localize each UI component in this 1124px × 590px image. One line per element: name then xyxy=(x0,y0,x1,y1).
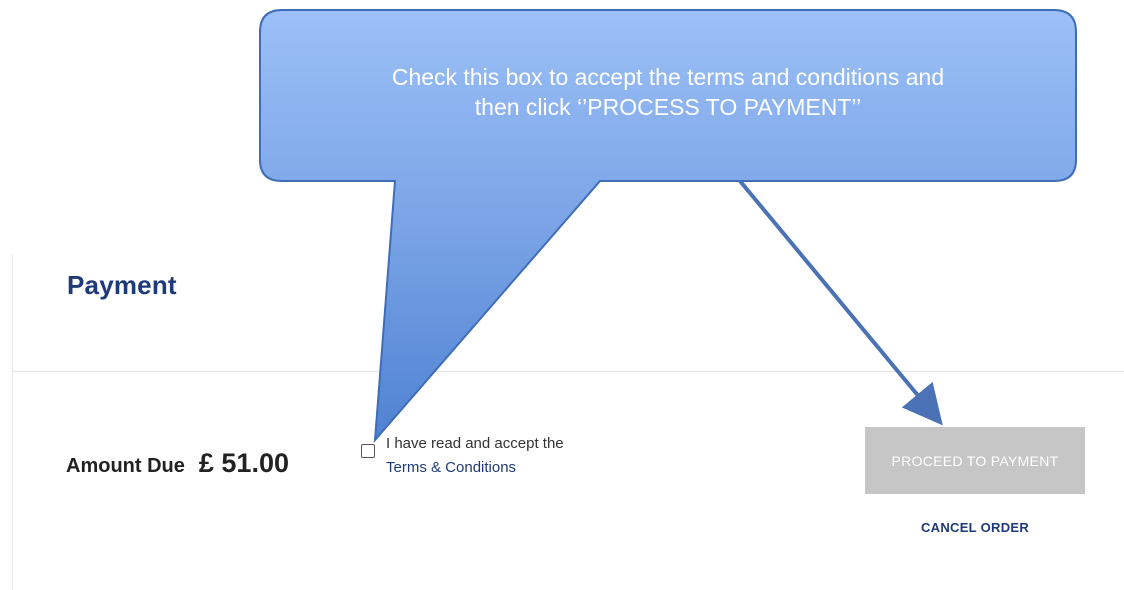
callout-line-1: Check this box to accept the terms and c… xyxy=(391,64,945,90)
terms-text: I have read and accept the Terms & Condi… xyxy=(386,432,564,480)
amount-due-row: Amount Due £ 51.00 xyxy=(66,448,289,479)
callout-line-2: then click ‘’PROCESS TO PAYMENT’’ xyxy=(474,94,862,120)
section-divider xyxy=(12,371,1124,372)
callout-text: Check this box to accept the terms and c… xyxy=(260,62,1076,122)
pointer-arrow xyxy=(738,179,943,426)
terms-prefix: I have read and accept the xyxy=(386,435,564,452)
terms-checkbox[interactable] xyxy=(361,444,375,458)
amount-due-label: Amount Due xyxy=(66,455,185,477)
page-title: Payment xyxy=(67,270,177,300)
amount-due-value: £ 51.00 xyxy=(198,448,289,478)
proceed-to-payment-button[interactable]: PROCEED TO PAYMENT xyxy=(865,427,1085,494)
terms-conditions-link[interactable]: Terms & Conditions xyxy=(386,459,516,476)
cancel-order-link[interactable]: CANCEL ORDER xyxy=(865,520,1085,535)
panel-left-border xyxy=(12,255,13,590)
